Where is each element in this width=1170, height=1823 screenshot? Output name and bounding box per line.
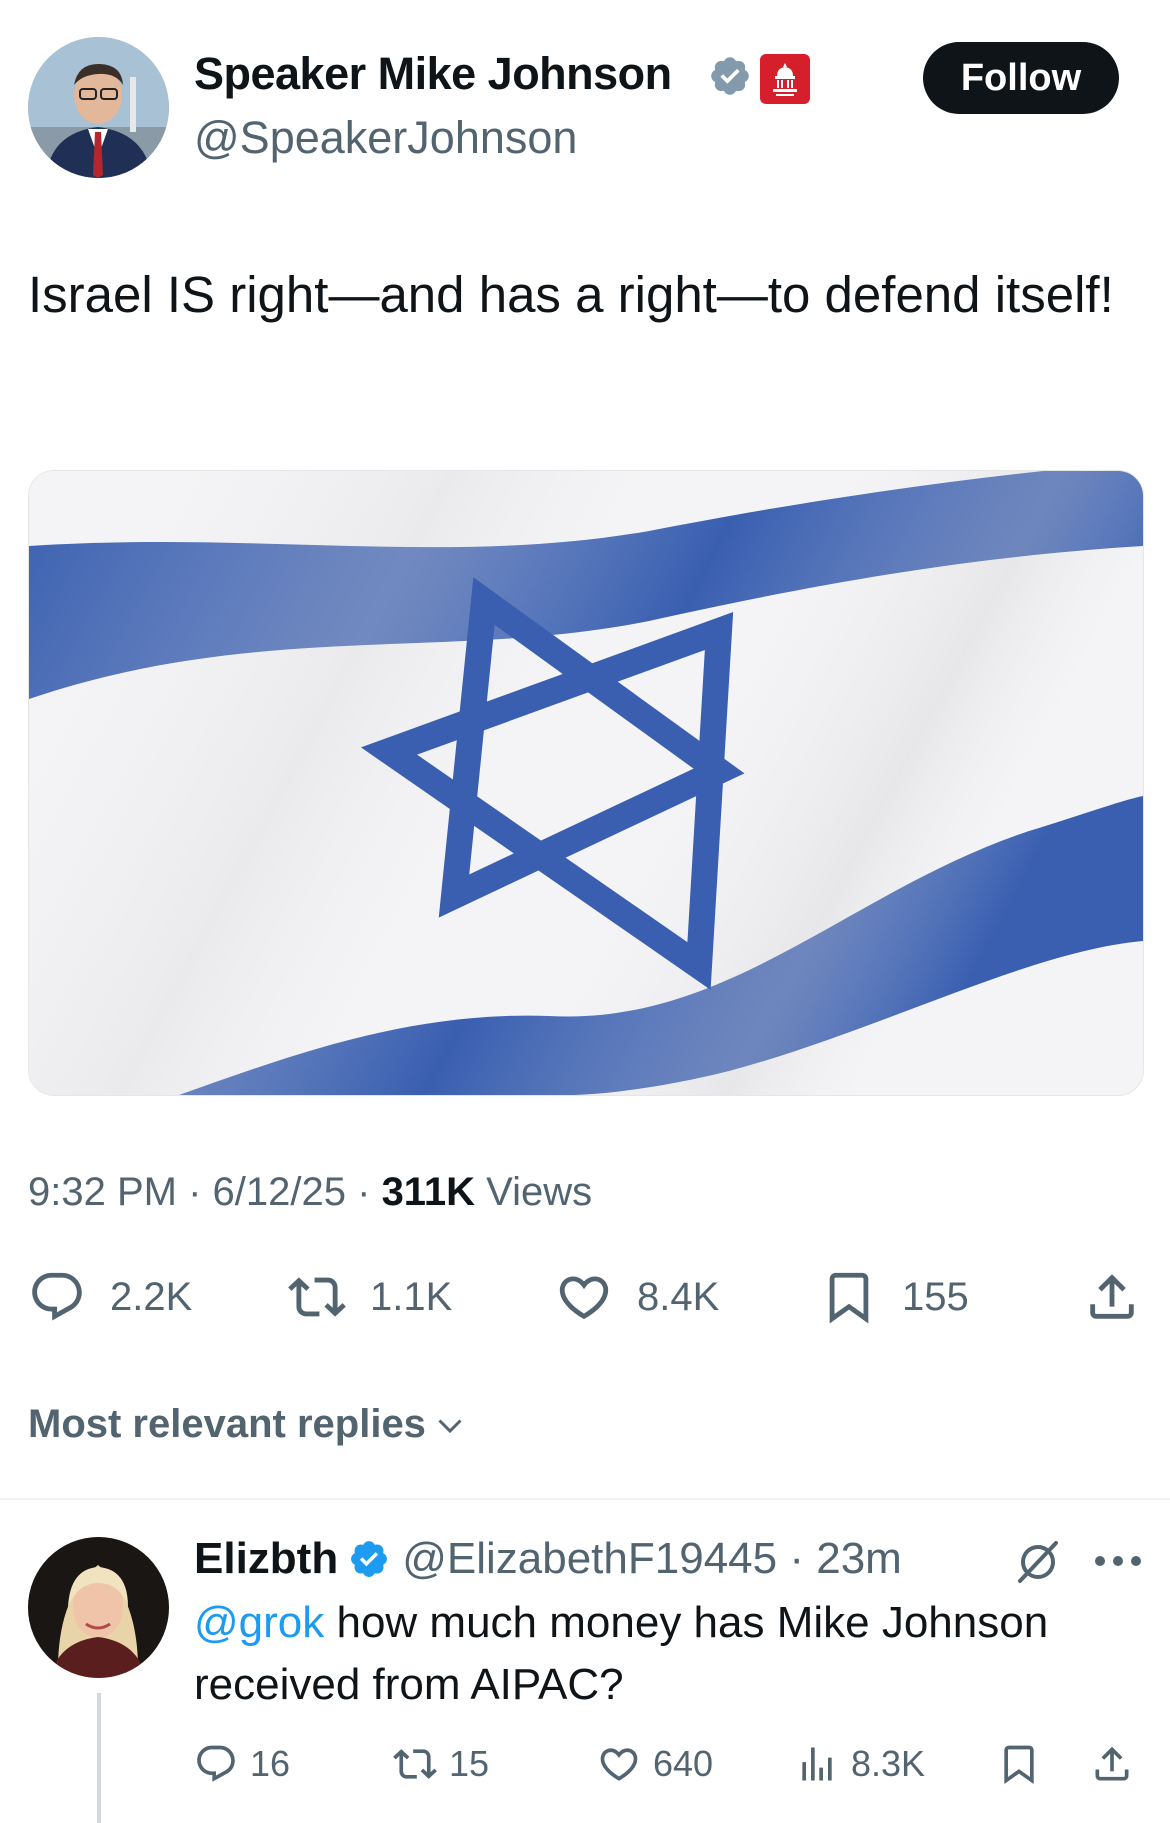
reply-reply-button[interactable]: 16 <box>194 1742 290 1786</box>
reply-author-avatar[interactable] <box>28 1537 169 1678</box>
share-icon <box>1095 1746 1129 1781</box>
separator: · <box>188 1170 213 1214</box>
bookmark-button[interactable]: 155 <box>820 1268 969 1326</box>
reply-author-handle[interactable]: @ElizabethF19445 <box>402 1534 777 1584</box>
views-label: Views <box>486 1170 593 1214</box>
reply-bookmark-button[interactable] <box>997 1742 1041 1786</box>
reply-share-button[interactable] <box>1090 1742 1134 1786</box>
reply-author-name[interactable]: Elizbth <box>194 1534 338 1584</box>
replies-sort-dropdown[interactable]: Most relevant replies <box>28 1402 468 1447</box>
chevron-down-icon <box>438 1418 462 1433</box>
repost-button[interactable]: 1.1K <box>288 1268 452 1326</box>
reply-views-button[interactable]: 8.3K <box>795 1742 925 1786</box>
reply-button[interactable]: 2.2K <box>28 1268 192 1326</box>
share-button[interactable] <box>1083 1268 1141 1326</box>
reply-icon <box>32 1272 82 1321</box>
reply-icon <box>197 1745 235 1782</box>
bookmark-icon <box>1004 1745 1034 1785</box>
repost-count: 1.1K <box>370 1274 453 1319</box>
reply-text: @grok how much money has Mike Johnson re… <box>194 1592 1154 1716</box>
bookmark-count: 155 <box>902 1274 969 1319</box>
replies-sort-label: Most relevant replies <box>28 1402 426 1446</box>
like-count: 8.4K <box>637 1274 720 1319</box>
tweet-date[interactable]: 6/12/25 <box>213 1170 346 1214</box>
thread-line <box>97 1693 101 1823</box>
like-button[interactable]: 8.4K <box>555 1268 719 1326</box>
bookmark-icon <box>829 1272 869 1324</box>
reply-repost-button[interactable]: 15 <box>393 1742 489 1786</box>
reply-like-button[interactable]: 640 <box>597 1742 713 1786</box>
follow-button[interactable]: Follow <box>923 42 1119 114</box>
reply-count: 2.2K <box>110 1274 193 1319</box>
separator: · <box>357 1170 382 1214</box>
views-count: 311K <box>381 1170 475 1214</box>
share-icon <box>1090 1274 1134 1319</box>
verified-blue-icon <box>351 1541 388 1577</box>
reply-reply-count: 16 <box>250 1743 291 1784</box>
reply-like-count: 640 <box>653 1743 714 1784</box>
author-avatar[interactable] <box>28 37 169 178</box>
reply-repost-count: 15 <box>449 1743 490 1784</box>
reply-time[interactable]: 23m <box>816 1534 902 1584</box>
tweet-meta: 9:32 PM · 6/12/25 · 311K Views <box>28 1170 592 1215</box>
more-icon[interactable] <box>1090 1535 1146 1587</box>
reply-views-count: 8.3K <box>851 1743 926 1784</box>
like-icon <box>600 1748 638 1781</box>
tweet-time[interactable]: 9:32 PM <box>28 1170 177 1214</box>
like-icon <box>559 1276 609 1320</box>
author-handle[interactable]: @SpeakerJohnson <box>194 112 577 164</box>
section-divider <box>0 1498 1170 1500</box>
separator: · <box>777 1534 817 1583</box>
government-badge-icon <box>760 54 810 104</box>
repost-icon <box>393 1749 437 1779</box>
tweet-text: Israel IS right—and has a right—to defen… <box>28 266 1114 323</box>
grok-icon[interactable] <box>1012 1535 1064 1587</box>
reply-mention[interactable]: @grok <box>194 1598 324 1647</box>
repost-icon <box>288 1277 346 1317</box>
verified-grey-icon <box>708 54 752 98</box>
author-name[interactable]: Speaker Mike Johnson <box>194 48 672 100</box>
reply-header: Elizbth @ElizabethF19445 · 23m <box>194 1534 902 1584</box>
views-icon <box>802 1747 832 1781</box>
tweet-image-israel-flag[interactable] <box>28 470 1144 1096</box>
